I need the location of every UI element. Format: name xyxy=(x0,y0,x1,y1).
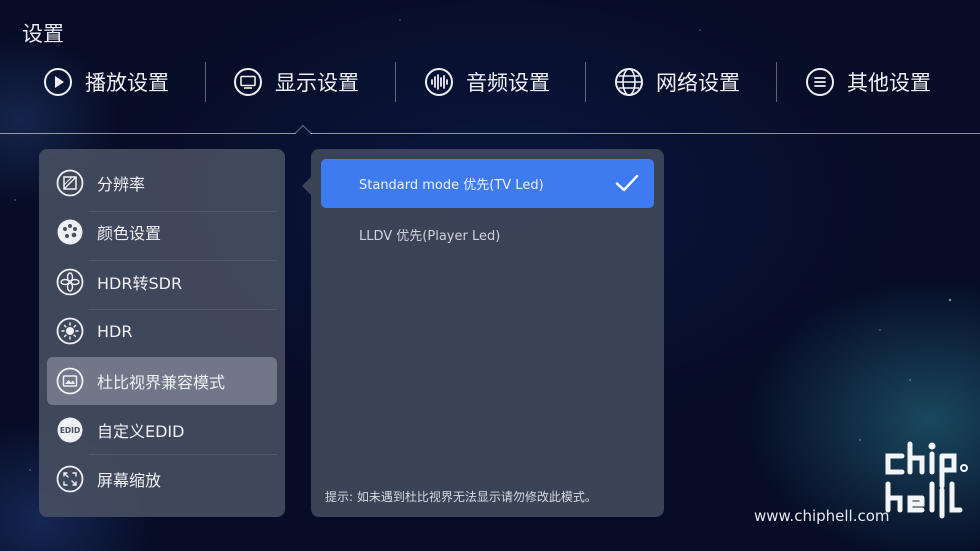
page-title: 设置 xyxy=(22,22,64,46)
active-tab-indicator xyxy=(294,125,312,134)
checkmark-icon xyxy=(615,174,639,192)
watermark-url: www.chiphell.com xyxy=(754,507,890,525)
tab-label: 播放设置 xyxy=(85,71,169,95)
menu-item-label: 杜比视界兼容模式 xyxy=(97,373,226,392)
screen-zoom-icon xyxy=(55,464,85,494)
tab-network[interactable]: 网络设置 xyxy=(614,60,740,104)
tab-label: 其他设置 xyxy=(847,71,931,95)
audio-wave-icon xyxy=(424,67,454,97)
tab-label: 音频设置 xyxy=(466,71,550,95)
tab-playback[interactable]: 播放设置 xyxy=(43,60,169,104)
panel-pointer xyxy=(302,177,311,195)
tab-divider xyxy=(395,62,396,102)
menu-item-label: 颜色设置 xyxy=(97,224,162,243)
hdr-sun-icon xyxy=(55,316,85,346)
chiphell-logo xyxy=(885,441,968,519)
menu-item-resolution[interactable]: 分辨率 xyxy=(47,159,277,207)
menu-item-color-settings[interactable]: 颜色设置 xyxy=(47,208,277,256)
tab-divider xyxy=(776,62,777,102)
option-label: LLDV 优先(Player Led) xyxy=(359,229,501,244)
tab-label: 显示设置 xyxy=(275,71,359,95)
menu-item-dolby-vision-compat[interactable]: 杜比视界兼容模式 xyxy=(47,357,277,405)
option-standard-mode[interactable]: Standard mode 优先(TV Led) xyxy=(321,159,654,208)
tab-audio[interactable]: 音频设置 xyxy=(424,60,550,104)
edid-icon: EDID xyxy=(55,415,85,445)
display-settings-menu: 分辨率 颜色设置 HDR转SDR HDR 杜比视界兼容模式 EDID 自定义ED… xyxy=(39,149,285,517)
tab-divider xyxy=(205,62,206,102)
menu-item-label: 自定义EDID xyxy=(97,422,185,441)
resolution-icon xyxy=(55,168,85,198)
hdr-sdr-icon xyxy=(55,267,85,297)
option-label: Standard mode 优先(TV Led) xyxy=(359,178,544,193)
tab-other[interactable]: 其他设置 xyxy=(805,60,931,104)
menu-item-screen-zoom[interactable]: 屏幕缩放 xyxy=(47,455,277,503)
menu-item-hdr-to-sdr[interactable]: HDR转SDR xyxy=(47,258,277,306)
menu-item-label: HDR xyxy=(97,321,133,341)
option-lldv[interactable]: LLDV 优先(Player Led) xyxy=(321,210,654,259)
menu-item-label: 分辨率 xyxy=(97,175,146,194)
hint-text: 提示: 如未遇到杜比视界无法显示请勿修改此模式。 xyxy=(325,490,597,504)
menu-item-label: 屏幕缩放 xyxy=(97,471,162,490)
options-panel: Standard mode 优先(TV Led) LLDV 优先(Player … xyxy=(311,149,664,517)
tab-divider xyxy=(585,62,586,102)
palette-icon xyxy=(55,217,85,247)
menu-icon xyxy=(805,67,835,97)
globe-icon xyxy=(614,67,644,97)
menu-item-custom-edid[interactable]: EDID 自定义EDID xyxy=(47,406,277,454)
menu-item-label: HDR转SDR xyxy=(97,274,183,293)
play-icon xyxy=(43,67,73,97)
monitor-icon xyxy=(233,67,263,97)
tab-label: 网络设置 xyxy=(656,71,740,95)
settings-tabs: 播放设置 显示设置 音频设置 网络设置 其他设置 xyxy=(0,60,980,104)
tab-display[interactable]: 显示设置 xyxy=(233,60,359,104)
image-icon xyxy=(55,366,85,396)
header-rule xyxy=(0,133,980,134)
menu-item-hdr[interactable]: HDR xyxy=(47,307,277,355)
svg-text:EDID: EDID xyxy=(60,426,80,435)
